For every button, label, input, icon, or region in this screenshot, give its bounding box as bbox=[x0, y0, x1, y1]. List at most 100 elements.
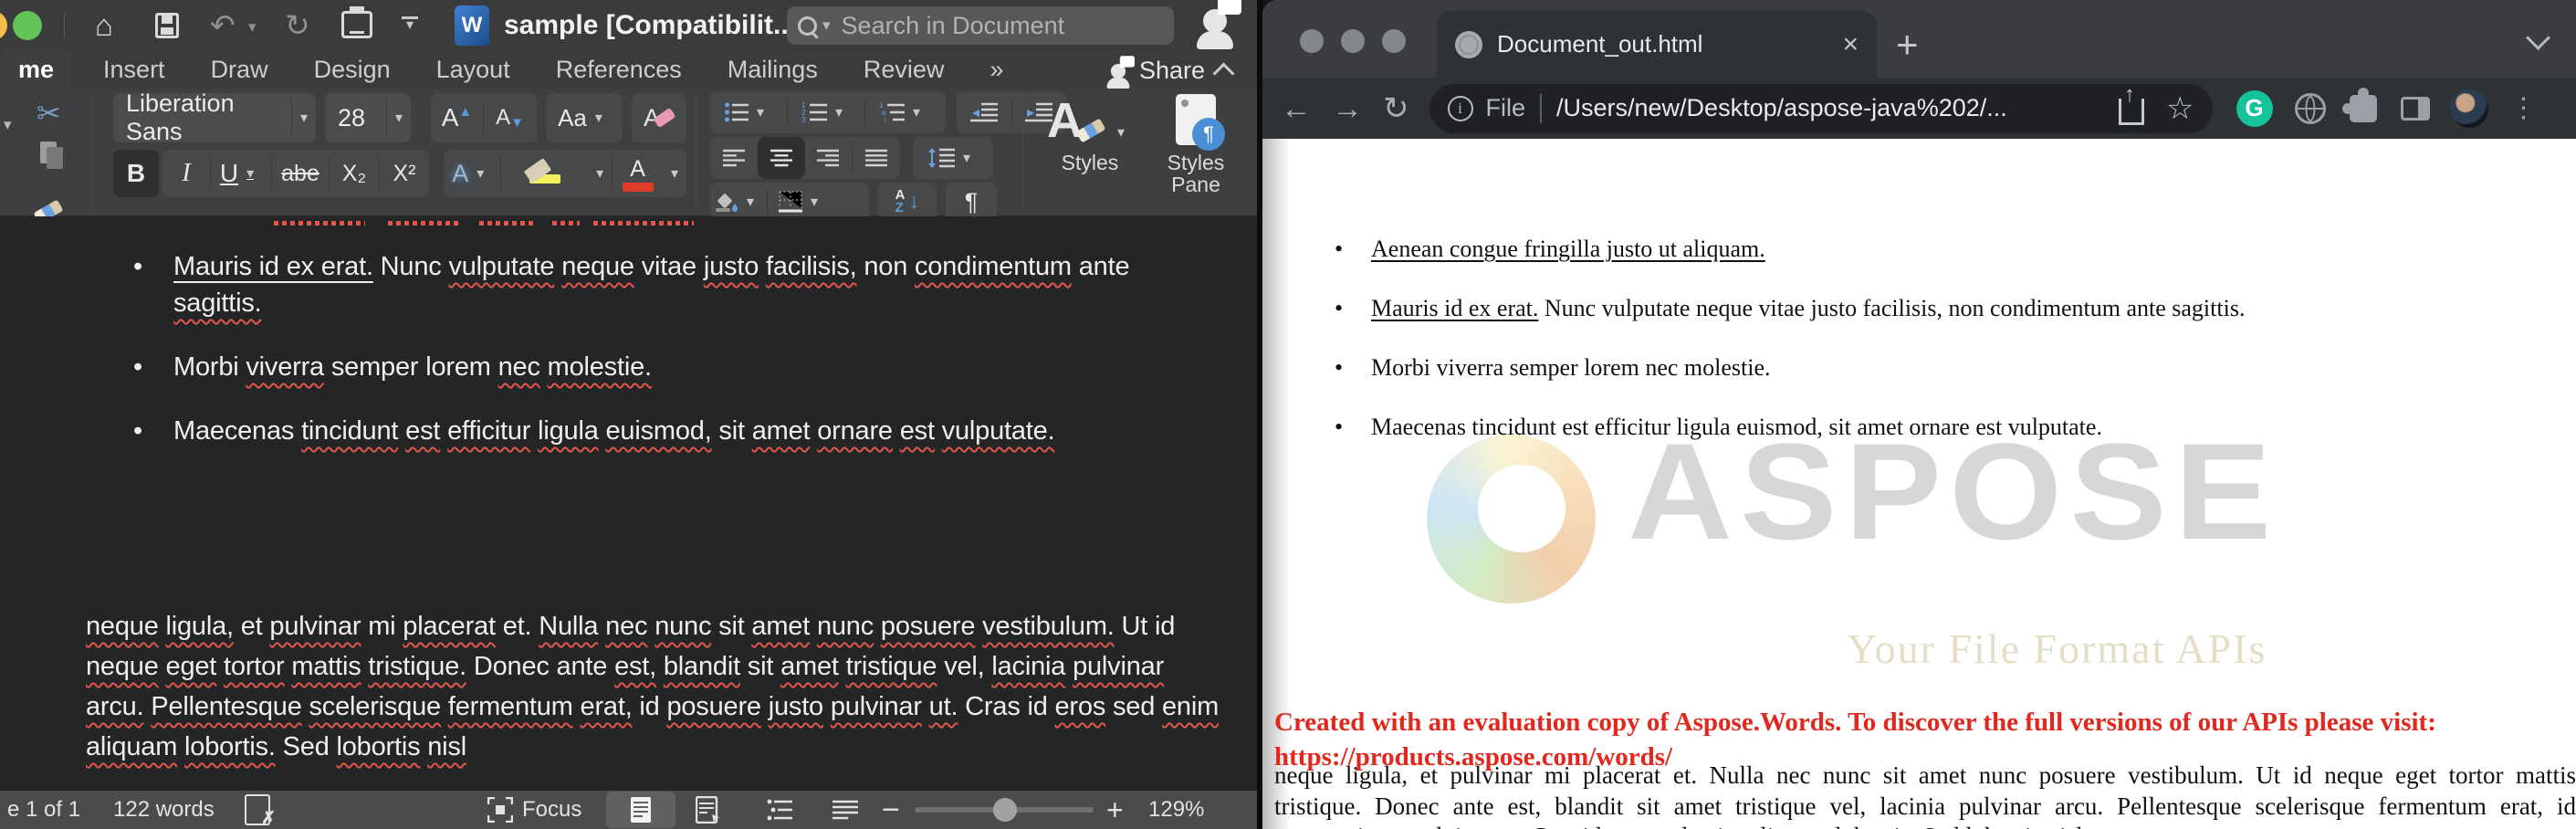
back-icon[interactable]: ← bbox=[1281, 93, 1312, 124]
focus-toggle[interactable]: Focus bbox=[487, 791, 581, 829]
show-marks-button[interactable]: ¶ bbox=[946, 183, 997, 221]
page-indicator[interactable]: e 1 of 1 bbox=[7, 791, 80, 829]
ribbon-tab-home[interactable]: me bbox=[0, 51, 72, 89]
styles-pane-button[interactable]: ¶ Styles Pane bbox=[1148, 94, 1243, 195]
zoom-percent[interactable]: 129% bbox=[1148, 791, 1204, 829]
word-document-canvas[interactable]: Mauris id ex erat. Nunc vulputate neque … bbox=[0, 216, 1257, 791]
proofing-x-mark: ✗ bbox=[261, 808, 276, 829]
undo-icon[interactable]: ↶ bbox=[210, 9, 236, 42]
collapse-ribbon-icon[interactable] bbox=[1212, 62, 1234, 84]
side-panel-icon[interactable] bbox=[2401, 97, 2430, 121]
shrink-font-button[interactable]: A▼ bbox=[484, 93, 536, 142]
line-spacing-button[interactable]: ▾ bbox=[913, 137, 993, 179]
clear-formatting-button[interactable]: A bbox=[632, 93, 686, 142]
misspelled-word: est bbox=[900, 416, 935, 446]
redo-icon[interactable]: ↻ bbox=[285, 9, 310, 42]
sort-button[interactable]: A Z ↓ bbox=[878, 183, 937, 221]
profile-avatar[interactable] bbox=[2450, 89, 2488, 128]
zoom-out-button[interactable]: − bbox=[882, 791, 900, 829]
font-size-combo[interactable]: 28 ▾ bbox=[325, 93, 411, 142]
extensions-puzzle-icon[interactable] bbox=[2350, 95, 2377, 122]
styles-button[interactable]: A ▾ Styles bbox=[1046, 92, 1134, 175]
align-center-button[interactable] bbox=[758, 137, 805, 179]
outline-view-button[interactable] bbox=[767, 791, 792, 829]
text-effects-button[interactable]: A▾ bbox=[444, 150, 500, 197]
print-icon[interactable] bbox=[341, 11, 372, 38]
justify-button[interactable] bbox=[853, 137, 900, 179]
browser-menu-icon[interactable]: ⋮ bbox=[2510, 92, 2538, 124]
browser-page[interactable]: ASPOSE Your File Format APIs Aenean cong… bbox=[1262, 139, 2576, 829]
proofing-status-icon[interactable]: ✗ bbox=[245, 791, 270, 829]
search-input[interactable] bbox=[840, 11, 1145, 41]
share-button[interactable]: Share bbox=[1106, 57, 1231, 85]
minimize-traffic-light[interactable] bbox=[0, 11, 7, 40]
change-case-button[interactable]: Aa ▾ bbox=[546, 93, 623, 142]
reload-icon[interactable]: ↻ bbox=[1383, 93, 1409, 124]
align-left-button[interactable] bbox=[710, 137, 758, 179]
browser-tab[interactable]: Document_out.html × bbox=[1437, 11, 1877, 78]
tab-close-icon[interactable]: × bbox=[1842, 29, 1859, 60]
bullet-list-button[interactable]: ▾ bbox=[710, 91, 787, 133]
shading-bucket-icon bbox=[715, 191, 738, 213]
underline-button[interactable]: U▾ bbox=[211, 150, 271, 197]
ribbon-tab-references[interactable]: References bbox=[556, 51, 682, 89]
page-info-icon[interactable]: i bbox=[1448, 96, 1473, 121]
draft-view-button[interactable] bbox=[832, 791, 858, 829]
search-scope-caret[interactable]: ▾ bbox=[822, 16, 831, 35]
shading-button[interactable]: ▾ bbox=[710, 183, 767, 221]
italic-button[interactable]: I bbox=[162, 150, 210, 197]
address-bar[interactable]: i File /Users/new/Desktop/aspose-java%20… bbox=[1429, 84, 2213, 133]
ribbon-tab-insert[interactable]: Insert bbox=[103, 51, 165, 89]
font-color-caret[interactable]: ▾ bbox=[663, 164, 686, 183]
cut-icon[interactable]: ✂ bbox=[37, 96, 61, 131]
decrease-indent-button[interactable] bbox=[957, 91, 1011, 133]
ribbon-tab-draw[interactable]: Draw bbox=[211, 51, 268, 89]
close-traffic-light[interactable] bbox=[1300, 29, 1324, 53]
zoom-traffic-light[interactable] bbox=[1382, 29, 1406, 53]
ribbon-tab-layout[interactable]: Layout bbox=[436, 51, 510, 89]
minimize-traffic-light[interactable] bbox=[1341, 29, 1365, 53]
home-icon[interactable]: ⌂ bbox=[95, 9, 113, 42]
bold-button[interactable]: B bbox=[113, 150, 159, 197]
multilevel-list-button[interactable]: 1ai ▾ bbox=[865, 91, 942, 133]
paste-dropdown-caret[interactable]: ▾ bbox=[4, 116, 12, 134]
ribbon-group-divider bbox=[91, 96, 92, 207]
quick-access-collapse-icon[interactable]: ▾ bbox=[402, 16, 418, 32]
align-right-button[interactable] bbox=[805, 137, 853, 179]
zoom-traffic-light[interactable] bbox=[13, 11, 42, 40]
borders-button[interactable]: ▾ bbox=[768, 183, 837, 221]
new-tab-button[interactable]: + bbox=[1896, 26, 1919, 64]
ribbon-tab-design[interactable]: Design bbox=[314, 51, 391, 89]
ribbon-tab-mailings[interactable]: Mailings bbox=[728, 51, 818, 89]
bookmark-star-icon[interactable]: ☆ bbox=[2166, 90, 2194, 127]
undo-dropdown-caret[interactable]: ▾ bbox=[248, 18, 257, 37]
copy-icon[interactable] bbox=[40, 142, 57, 163]
font-color-button[interactable]: A bbox=[613, 150, 663, 197]
misspelled-word: tortor bbox=[224, 652, 285, 681]
zoom-in-button[interactable]: + bbox=[1106, 791, 1124, 829]
people-comments-icon[interactable] bbox=[1203, 9, 1227, 33]
subscript-button[interactable]: X₂ bbox=[330, 150, 379, 197]
highlight-button[interactable] bbox=[501, 150, 588, 197]
grow-font-button[interactable]: A▲ bbox=[431, 93, 483, 142]
search-box[interactable]: ▾ bbox=[787, 6, 1174, 45]
zoom-slider-thumb[interactable] bbox=[993, 798, 1017, 822]
tab-search-chevron-icon[interactable] bbox=[2526, 26, 2550, 50]
ribbon-tab-more[interactable]: » bbox=[990, 51, 1003, 89]
web-layout-view-button[interactable] bbox=[696, 791, 721, 829]
grammarly-extension-icon[interactable]: G bbox=[2236, 90, 2273, 127]
save-icon[interactable] bbox=[155, 13, 179, 38]
font-name-combo[interactable]: Liberation Sans ▾ bbox=[113, 93, 316, 142]
numbered-list-button[interactable]: 123 ▾ bbox=[788, 91, 864, 133]
globe-extension-icon[interactable] bbox=[2295, 93, 2326, 124]
superscript-button[interactable]: X² bbox=[380, 150, 429, 197]
print-layout-view-button[interactable] bbox=[606, 792, 675, 828]
word-count[interactable]: 122 words bbox=[113, 791, 215, 829]
share-page-icon[interactable] bbox=[2119, 99, 2144, 125]
multilevel-list-caret: ▾ bbox=[905, 103, 928, 121]
forward-icon[interactable]: → bbox=[1332, 93, 1363, 124]
ribbon-tab-review[interactable]: Review bbox=[864, 51, 945, 89]
styles-caret: ▾ bbox=[1109, 125, 1133, 141]
highlight-caret[interactable]: ▾ bbox=[588, 164, 612, 183]
strikethrough-button[interactable]: abe bbox=[272, 150, 329, 197]
